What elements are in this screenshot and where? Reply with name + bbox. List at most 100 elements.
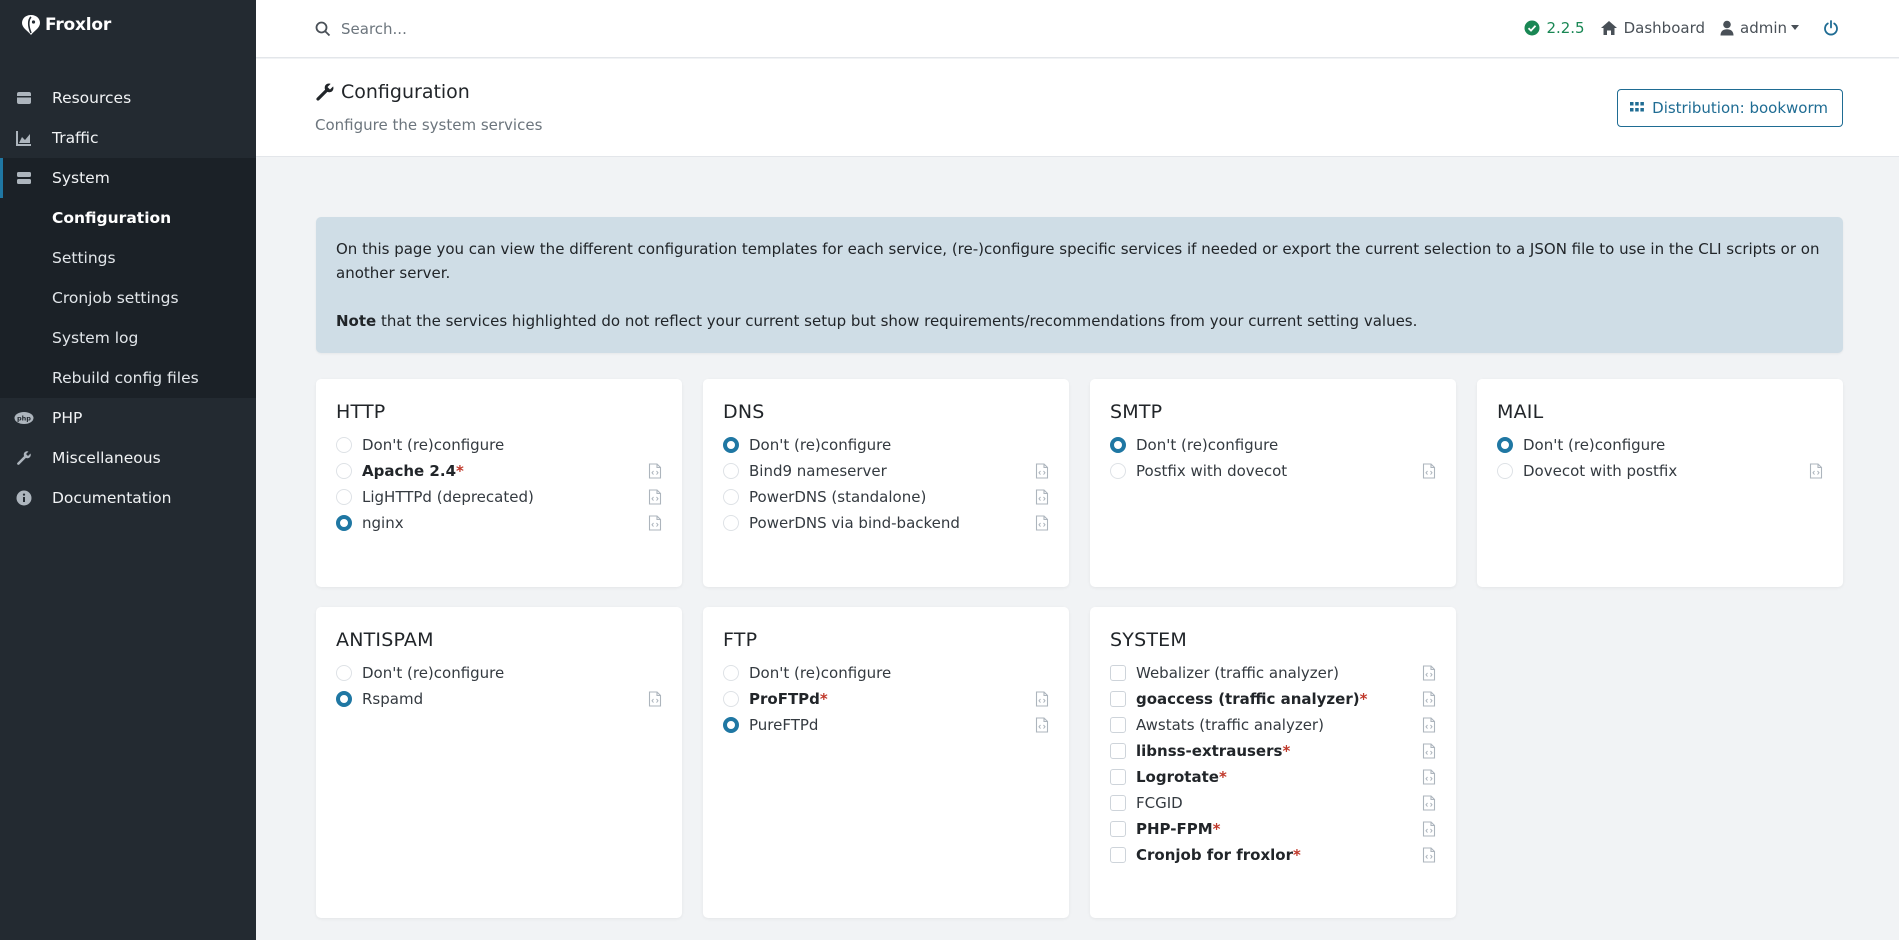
file-code-icon[interactable] [1809,463,1823,479]
checkbox[interactable] [1110,769,1126,785]
option-mail-none[interactable]: Don't (re)configure [1497,432,1823,458]
search-input[interactable] [341,19,741,38]
sidebar-item-miscellaneous[interactable]: Miscellaneous [0,438,256,478]
server-icon [14,168,34,188]
sidebar-subitem-system-log[interactable]: System log [0,318,256,358]
checkbox[interactable] [1110,665,1126,681]
file-code-icon[interactable] [1422,463,1436,479]
radio[interactable] [723,463,739,479]
sidebar-subitem-configuration[interactable]: Configuration [0,198,256,238]
option-smtp-none[interactable]: Don't (re)configure [1110,432,1436,458]
file-code-icon[interactable] [648,515,662,531]
option-system-awstats[interactable]: Awstats (traffic analyzer) [1110,712,1436,738]
search-icon [315,21,331,37]
option-system-php-fpm[interactable]: PHP-FPM * [1110,816,1436,842]
card-ftp: FTP Don't (re)configure ProFTPd * PureFTP… [703,607,1069,918]
radio-checked[interactable] [336,515,352,531]
radio[interactable] [336,437,352,453]
search-box [315,19,915,38]
option-dns-powerdns-bind[interactable]: PowerDNS via bind-backend [723,510,1049,536]
radio[interactable] [723,515,739,531]
radio-checked[interactable] [723,717,739,733]
option-http-nginx[interactable]: nginx [336,510,662,536]
option-smtp-postfix[interactable]: Postfix with dovecot [1110,458,1436,484]
option-label: nginx [362,514,404,532]
radio-checked[interactable] [1110,437,1126,453]
checkbox[interactable] [1110,847,1126,863]
sidebar-subitem-settings[interactable]: Settings [0,238,256,278]
option-http-apache[interactable]: Apache 2.4 * [336,458,662,484]
file-code-icon[interactable] [1422,691,1436,707]
alert-text: On this page you can view the different … [336,240,1820,282]
option-ftp-none[interactable]: Don't (re)configure [723,660,1049,686]
radio-checked[interactable] [1497,437,1513,453]
option-system-goaccess[interactable]: goaccess (traffic analyzer) * [1110,686,1436,712]
option-antispam-rspamd[interactable]: Rspamd [336,686,662,712]
radio[interactable] [723,665,739,681]
file-code-icon[interactable] [1035,515,1049,531]
file-code-icon[interactable] [1422,743,1436,759]
option-system-fcgid[interactable]: FCGID [1110,790,1436,816]
sidebar-item-system[interactable]: System [0,158,256,198]
radio[interactable] [1110,463,1126,479]
dashboard-link[interactable]: Dashboard [1600,19,1705,37]
brand-logo[interactable]: Froxlor [0,0,256,50]
file-code-icon[interactable] [1422,821,1436,837]
sidebar-item-documentation[interactable]: Documentation [0,478,256,518]
file-code-icon[interactable] [648,463,662,479]
option-ftp-pureftpd[interactable]: PureFTPd [723,712,1049,738]
option-system-cronjob[interactable]: Cronjob for froxlor * [1110,842,1436,868]
option-label: FCGID [1136,794,1183,812]
checkbox[interactable] [1110,717,1126,733]
option-http-lighttpd[interactable]: LigHTTPd (deprecated) [336,484,662,510]
radio[interactable] [336,665,352,681]
option-dns-powerdns[interactable]: PowerDNS (standalone) [723,484,1049,510]
option-label: Logrotate [1136,768,1219,786]
file-code-icon[interactable] [1422,769,1436,785]
database-icon [14,88,34,108]
radio[interactable] [723,489,739,505]
radio[interactable] [1497,463,1513,479]
file-code-icon[interactable] [1422,717,1436,733]
option-system-logrotate[interactable]: Logrotate * [1110,764,1436,790]
file-code-icon[interactable] [1035,463,1049,479]
checkbox[interactable] [1110,821,1126,837]
radio-checked[interactable] [723,437,739,453]
option-http-none[interactable]: Don't (re)configure [336,432,662,458]
radio[interactable] [336,489,352,505]
sidebar-item-php[interactable]: php PHP [0,398,256,438]
file-code-icon[interactable] [648,489,662,505]
radio-checked[interactable] [336,691,352,707]
user-icon [1720,20,1734,36]
option-system-webalizer[interactable]: Webalizer (traffic analyzer) [1110,660,1436,686]
checkbox[interactable] [1110,795,1126,811]
sidebar-item-traffic[interactable]: Traffic [0,118,256,158]
user-menu[interactable]: admin [1720,19,1799,37]
wrench-icon [14,448,34,468]
sidebar-subitem-rebuild-config[interactable]: Rebuild config files [0,358,256,398]
radio[interactable] [723,691,739,707]
option-dns-none[interactable]: Don't (re)configure [723,432,1049,458]
option-mail-dovecot[interactable]: Dovecot with postfix [1497,458,1823,484]
checkbox[interactable] [1110,743,1126,759]
file-code-icon[interactable] [1422,795,1436,811]
logout-button[interactable] [1823,19,1839,36]
file-code-icon[interactable] [1422,847,1436,863]
option-ftp-proftpd[interactable]: ProFTPd * [723,686,1049,712]
version-badge[interactable]: 2.2.5 [1524,19,1585,37]
option-label: Don't (re)configure [362,436,505,454]
sidebar-subitem-cronjob-settings[interactable]: Cronjob settings [0,278,256,318]
radio[interactable] [336,463,352,479]
file-code-icon[interactable] [648,691,662,707]
file-code-icon[interactable] [1035,691,1049,707]
distribution-button[interactable]: Distribution: bookworm [1617,89,1843,127]
file-code-icon[interactable] [1422,665,1436,681]
sidebar-item-resources[interactable]: Resources [0,78,256,118]
file-code-icon[interactable] [1035,489,1049,505]
option-dns-bind9[interactable]: Bind9 nameserver [723,458,1049,484]
option-system-libnss[interactable]: libnss-extrausers * [1110,738,1436,764]
option-antispam-none[interactable]: Don't (re)configure [336,660,662,686]
option-label: Don't (re)configure [749,664,892,682]
checkbox[interactable] [1110,691,1126,707]
file-code-icon[interactable] [1035,717,1049,733]
